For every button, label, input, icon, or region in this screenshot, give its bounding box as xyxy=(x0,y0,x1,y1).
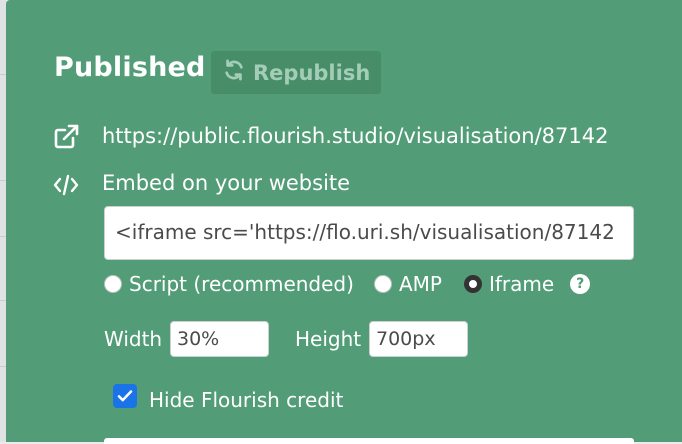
radio-amp-label: AMP xyxy=(398,272,442,296)
republish-label: Republish xyxy=(253,60,371,85)
embed-code-input[interactable]: <iframe src='https://flo.uri.sh/visualis… xyxy=(104,206,634,260)
radio-script-label: Script (recommended) xyxy=(129,272,354,296)
radio-amp[interactable] xyxy=(373,275,392,293)
refresh-icon xyxy=(223,59,245,86)
republish-button[interactable]: Republish xyxy=(211,51,381,94)
radio-iframe-label: Iframe xyxy=(488,272,555,296)
code-icon xyxy=(52,171,80,199)
external-link-icon xyxy=(52,123,80,151)
width-input[interactable]: 30% xyxy=(170,321,269,357)
height-input[interactable]: 700px xyxy=(369,321,468,357)
hide-credit-checkbox[interactable] xyxy=(113,384,137,408)
public-link[interactable]: https://public.flourish.studio/visualisa… xyxy=(102,124,608,148)
embed-label: Embed on your website xyxy=(102,171,351,195)
radio-script[interactable] xyxy=(104,275,122,293)
hide-credit-label: Hide Flourish credit xyxy=(149,388,344,412)
next-field-edge xyxy=(104,438,634,444)
published-title: Published xyxy=(54,52,206,83)
radio-iframe[interactable] xyxy=(463,275,482,293)
help-icon[interactable]: ? xyxy=(570,274,591,294)
width-label: Width xyxy=(104,327,163,351)
checkmark-icon xyxy=(117,390,133,402)
height-label: Height xyxy=(295,327,362,351)
embed-type-group: Script (recommended) AMP Iframe ? xyxy=(104,272,591,296)
publish-panel: Published Republish https://public.flour… xyxy=(6,0,682,444)
